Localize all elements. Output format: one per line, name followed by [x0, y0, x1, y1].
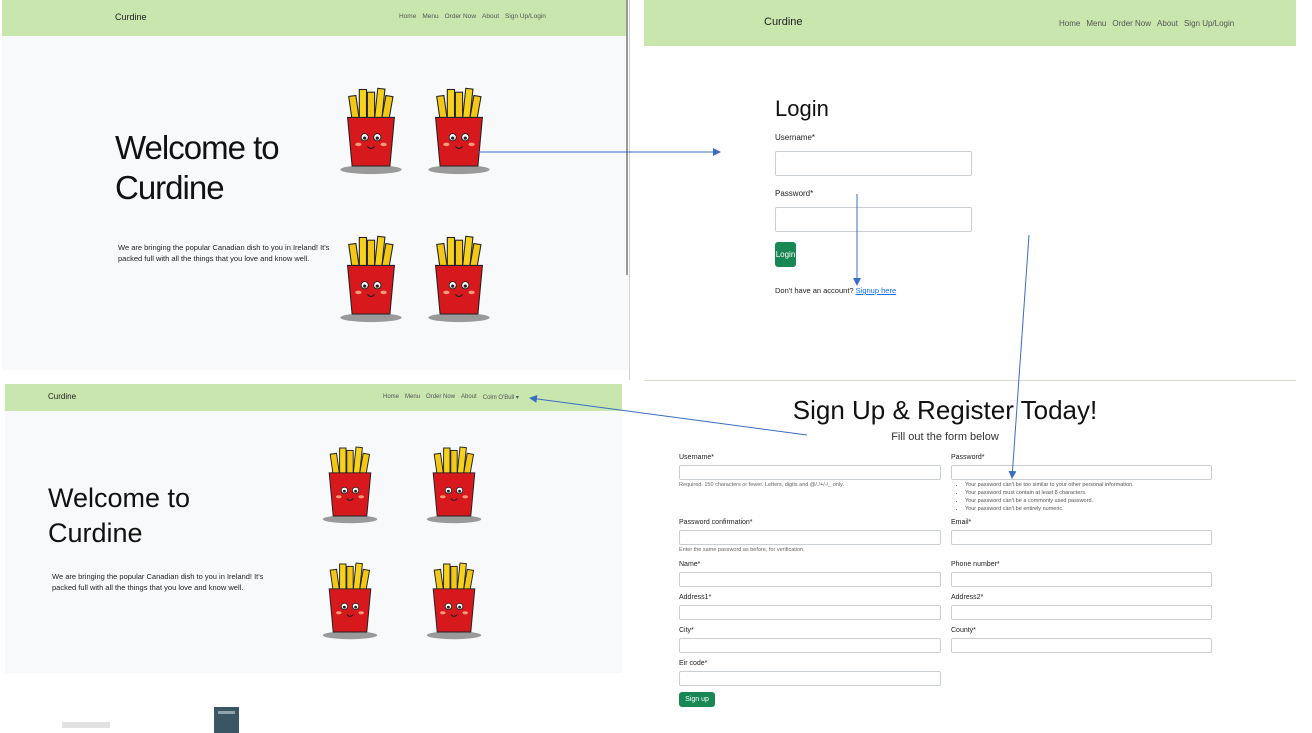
email-input[interactable] — [951, 530, 1212, 545]
hero-text-line2: packed full with all the things that you… — [118, 253, 310, 263]
address2-input[interactable] — [951, 605, 1212, 620]
fries-mascot-image — [335, 228, 407, 328]
fries-mascot-image — [335, 80, 407, 180]
hero-text-line1: We are bringing the popular Canadian dis… — [52, 572, 264, 581]
navbar: Curdine Home Menu Order Now About Colm O… — [5, 384, 622, 411]
city-label: City* — [679, 627, 694, 634]
hero-title: Welcome to Curdine — [48, 481, 190, 551]
nav-menu[interactable]: Menu — [422, 13, 438, 20]
nav-links: Home Menu Order Now About Sign Up/Login — [399, 13, 546, 20]
hero-title-line1: Welcome to — [115, 129, 280, 166]
signup-prompt-text: Don't have an account? — [775, 286, 854, 295]
username-label: Username* — [775, 133, 816, 142]
password-hint: Your password must contain at least 8 ch… — [965, 489, 1134, 497]
hero-text-line2: packed full with all the things that you… — [52, 582, 244, 592]
password-hint: Your password can't be a commonly used p… — [965, 497, 1134, 505]
nav-menu[interactable]: Menu — [405, 394, 420, 401]
county-input[interactable] — [951, 638, 1212, 653]
navbar: Curdine Home Menu Order Now About Sign U… — [2, 0, 628, 36]
user-name: Colm O'Bull — [482, 395, 515, 401]
county-label: County* — [951, 627, 976, 634]
navbar: Curdine Home Menu Order Now About Sign U… — [644, 0, 1296, 46]
user-dropdown[interactable]: Colm O'Bull ▾ — [483, 394, 519, 401]
password-label: Password* — [951, 454, 985, 461]
username-label: Username* — [679, 454, 715, 461]
nav-links: Home Menu Order Now About Colm O'Bull ▾ — [383, 394, 519, 401]
home-panel: Curdine Home Menu Order Now About Sign U… — [2, 0, 628, 370]
signup-panel: Sign Up & Register Today! Fill out the f… — [644, 381, 1296, 733]
username-help-text: Required. 150 characters or fewer. Lette… — [679, 482, 844, 488]
nav-home[interactable]: Home — [1059, 19, 1080, 28]
nav-signup-login[interactable]: Sign Up/Login — [1184, 19, 1234, 28]
eircode-input[interactable] — [679, 671, 941, 686]
email-label: Email* — [951, 519, 972, 526]
signup-button[interactable]: Sign up — [679, 692, 715, 707]
nav-links: Home Menu Order Now About Sign Up/Login — [1059, 19, 1234, 28]
nav-about[interactable]: About — [1157, 19, 1178, 28]
nav-order-now[interactable]: Order Now — [426, 394, 455, 401]
signup-prompt: Don't have an account? Signup here — [775, 286, 896, 295]
partial-image-fragment — [62, 722, 110, 728]
brand-logo[interactable]: Curdine — [115, 12, 147, 22]
fries-mascot-image — [414, 444, 494, 524]
hero-title: Welcome to Curdine — [115, 128, 280, 209]
hero-title-line2: Curdine — [115, 169, 225, 207]
phone-input[interactable] — [951, 572, 1212, 587]
nav-home[interactable]: Home — [399, 13, 416, 20]
divider — [629, 0, 630, 380]
hero-description: We are bringing the popular Canadian dis… — [52, 572, 263, 594]
password-hint: Your password can't be entirely numeric. — [965, 505, 1134, 513]
nav-home[interactable]: Home — [383, 394, 399, 401]
username-input[interactable] — [679, 465, 941, 480]
fries-mascot-image — [423, 80, 495, 180]
caret-down-icon: ▾ — [515, 395, 519, 401]
eircode-label: Eir code* — [679, 660, 708, 667]
password-requirements-list: Your password can't be too similar to yo… — [951, 481, 1134, 513]
nav-menu[interactable]: Menu — [1086, 19, 1106, 28]
address1-input[interactable] — [679, 605, 941, 620]
password-confirm-help-text: Enter the same password as before, for v… — [679, 547, 805, 553]
hero-description: We are bringing the popular Canadian dis… — [118, 243, 329, 265]
nav-about[interactable]: About — [461, 394, 477, 401]
scrollbar[interactable] — [626, 0, 628, 275]
nav-order-now[interactable]: Order Now — [445, 13, 476, 20]
name-label: Name* — [679, 561, 701, 568]
brand-logo[interactable]: Curdine — [48, 392, 76, 401]
login-panel: Curdine Home Menu Order Now About Sign U… — [644, 0, 1296, 381]
signup-subheading: Fill out the form below — [891, 431, 999, 443]
login-button[interactable]: Login — [775, 242, 796, 267]
nav-signup-login[interactable]: Sign Up/Login — [505, 13, 546, 20]
address2-label: Address2* — [951, 594, 984, 601]
fries-mascot-image — [423, 228, 495, 328]
brand-logo[interactable]: Curdine — [764, 16, 803, 28]
fries-mascot-image — [310, 560, 390, 640]
password-hint: Your password can't be too similar to yo… — [965, 481, 1134, 489]
fries-mascot-image — [414, 560, 494, 640]
name-input[interactable] — [679, 572, 941, 587]
nav-about[interactable]: About — [482, 13, 499, 20]
hero-text-line1: We are bringing the popular Canadian dis… — [118, 243, 330, 252]
password-confirm-input[interactable] — [679, 530, 941, 545]
partial-trash-icon — [214, 707, 239, 733]
loggedin-home-panel: Curdine Home Menu Order Now About Colm O… — [5, 384, 622, 673]
password-input[interactable] — [951, 465, 1212, 480]
password-confirm-label: Password confirmation* — [679, 519, 753, 526]
signup-link[interactable]: Signup here — [856, 286, 896, 295]
password-input[interactable] — [775, 207, 972, 232]
city-input[interactable] — [679, 638, 941, 653]
fries-mascot-image — [310, 444, 390, 524]
login-heading: Login — [775, 96, 829, 121]
password-label: Password* — [775, 189, 814, 198]
address1-label: Address1* — [679, 594, 712, 601]
phone-label: Phone number* — [951, 561, 1000, 568]
signup-heading: Sign Up & Register Today! — [792, 395, 1098, 425]
hero-title-line2: Curdine — [48, 518, 143, 549]
hero-title-line1: Welcome to — [48, 483, 191, 513]
username-input[interactable] — [775, 151, 972, 176]
nav-order-now[interactable]: Order Now — [1112, 19, 1151, 28]
